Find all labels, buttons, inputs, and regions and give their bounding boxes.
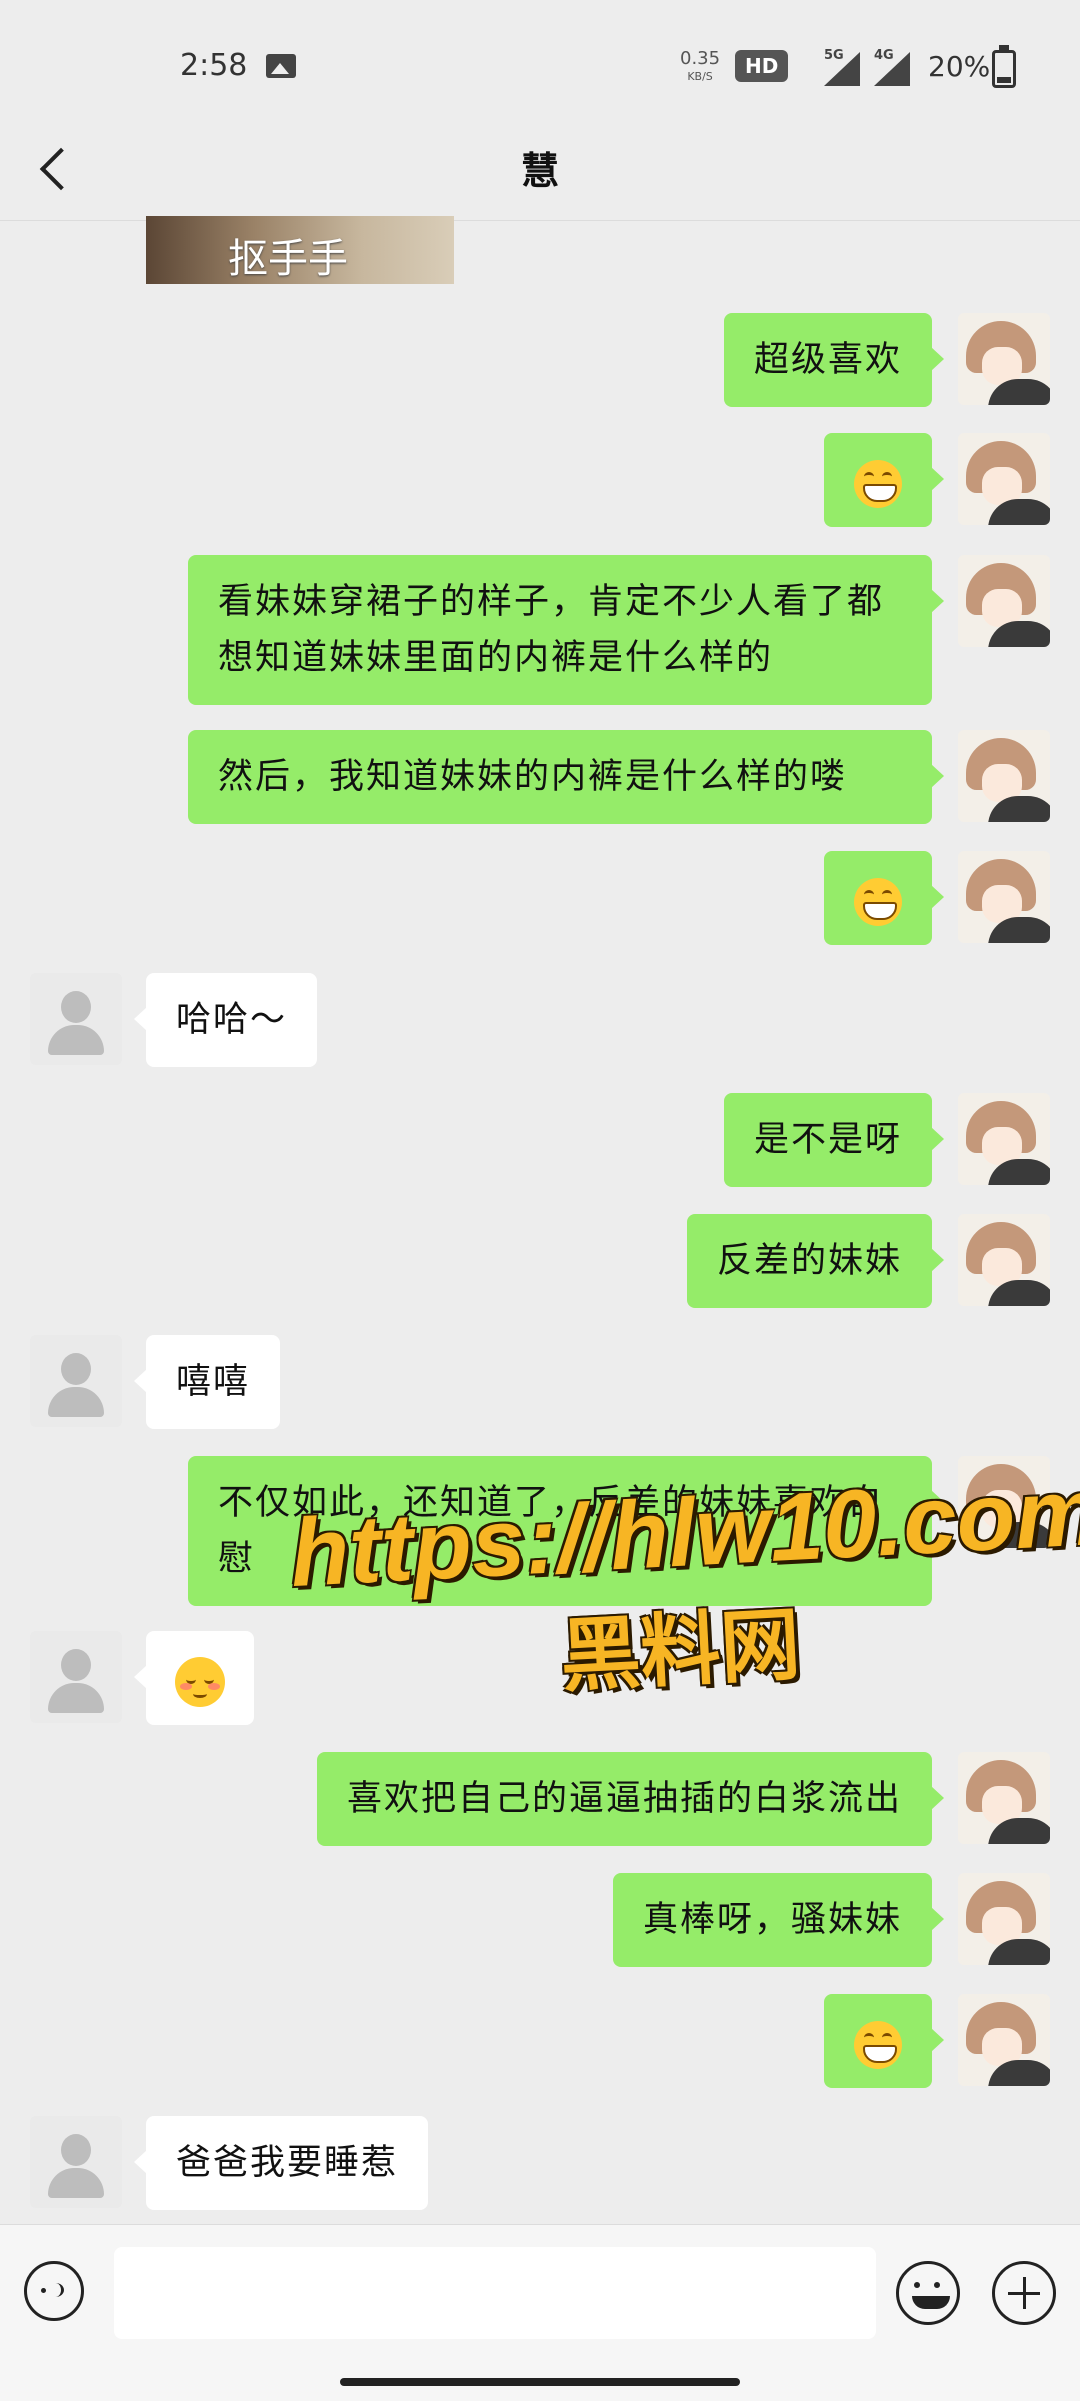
shy-emoji-icon xyxy=(175,1657,225,1707)
signal-4g-label: 4G xyxy=(874,48,894,63)
hd-voice-badge: HD xyxy=(735,50,789,82)
message-bubble-out[interactable]: 超级喜欢 xyxy=(723,313,945,407)
message-bubble-out[interactable] xyxy=(824,851,944,945)
input-bar xyxy=(0,2224,1080,2401)
status-bar: 2:58 0.35 KB/S HD 5G 4G 20% xyxy=(0,0,1080,120)
message-bubble-out[interactable]: 看妹妹穿裙子的样子，肯定不少人看了都想知道妹妹里面的内裤是什么样的 xyxy=(188,555,944,705)
message-input[interactable] xyxy=(114,2247,876,2339)
status-time: 2:58 xyxy=(180,48,248,83)
emoji-picker-icon[interactable] xyxy=(896,2261,960,2325)
my-avatar[interactable] xyxy=(958,433,1050,525)
contact-avatar[interactable] xyxy=(30,1631,122,1723)
more-options-plus-icon[interactable] xyxy=(992,2261,1056,2325)
voice-input-icon[interactable] xyxy=(24,2261,84,2321)
battery-level: 20% xyxy=(928,50,991,83)
grin-emoji-icon xyxy=(854,460,902,508)
my-avatar[interactable] xyxy=(958,730,1050,822)
my-avatar[interactable] xyxy=(958,1873,1050,1965)
my-avatar[interactable] xyxy=(958,851,1050,943)
network-speed-unit: KB/S xyxy=(687,70,713,83)
message-bubble-out[interactable] xyxy=(824,433,944,527)
network-speed: 0.35 KB/S xyxy=(680,50,720,86)
signal-5g-label: 5G xyxy=(824,48,844,63)
my-avatar[interactable] xyxy=(958,1994,1050,2086)
message-bubble-out[interactable]: 真棒呀，骚妹妹 xyxy=(612,1873,945,1967)
grin-emoji-icon xyxy=(854,2021,902,2069)
contact-avatar[interactable] xyxy=(30,2116,122,2208)
grin-emoji-icon xyxy=(854,878,902,926)
home-indicator[interactable] xyxy=(340,2378,740,2386)
contact-avatar[interactable] xyxy=(30,973,122,1065)
message-bubble-out[interactable]: 是不是呀 xyxy=(723,1093,945,1187)
message-bubble-out[interactable]: 喜欢把自己的逼逼抽插的白浆流出 xyxy=(316,1752,945,1846)
message-bubble-in[interactable]: 爸爸我要睡惹 xyxy=(133,2116,429,2210)
message-bubble-in[interactable] xyxy=(134,1631,254,1725)
image-message[interactable]: 抠手手 xyxy=(146,216,454,284)
image-message-caption: 抠手手 xyxy=(228,236,348,282)
signal-5g-icon: 5G xyxy=(822,48,860,86)
my-avatar[interactable] xyxy=(958,1214,1050,1306)
message-bubble-out[interactable]: 反差的妹妹 xyxy=(686,1214,945,1308)
my-avatar[interactable] xyxy=(958,1093,1050,1185)
battery-icon xyxy=(992,45,1016,88)
chat-header: 慧 xyxy=(0,120,1080,221)
message-bubble-out[interactable]: 不仅如此，还知道了，反差的妹妹喜欢自慰 xyxy=(188,1456,944,1606)
message-bubble-out[interactable]: 然后，我知道妹妹的内裤是什么样的喽 xyxy=(188,730,944,824)
message-bubble-out[interactable] xyxy=(824,1994,944,2088)
chat-title: 慧 xyxy=(520,149,559,193)
contact-avatar[interactable] xyxy=(30,1335,122,1427)
signal-4g-icon: 4G xyxy=(872,48,910,86)
my-avatar[interactable] xyxy=(958,1752,1050,1844)
my-avatar[interactable] xyxy=(958,1456,1050,1548)
my-avatar[interactable] xyxy=(958,313,1050,405)
network-speed-value: 0.35 xyxy=(680,48,721,69)
my-avatar[interactable] xyxy=(958,555,1050,647)
message-bubble-in[interactable]: 哈哈～ xyxy=(133,973,318,1067)
message-bubble-in[interactable]: 嘻嘻 xyxy=(133,1335,281,1429)
gallery-notification-icon xyxy=(266,54,296,78)
